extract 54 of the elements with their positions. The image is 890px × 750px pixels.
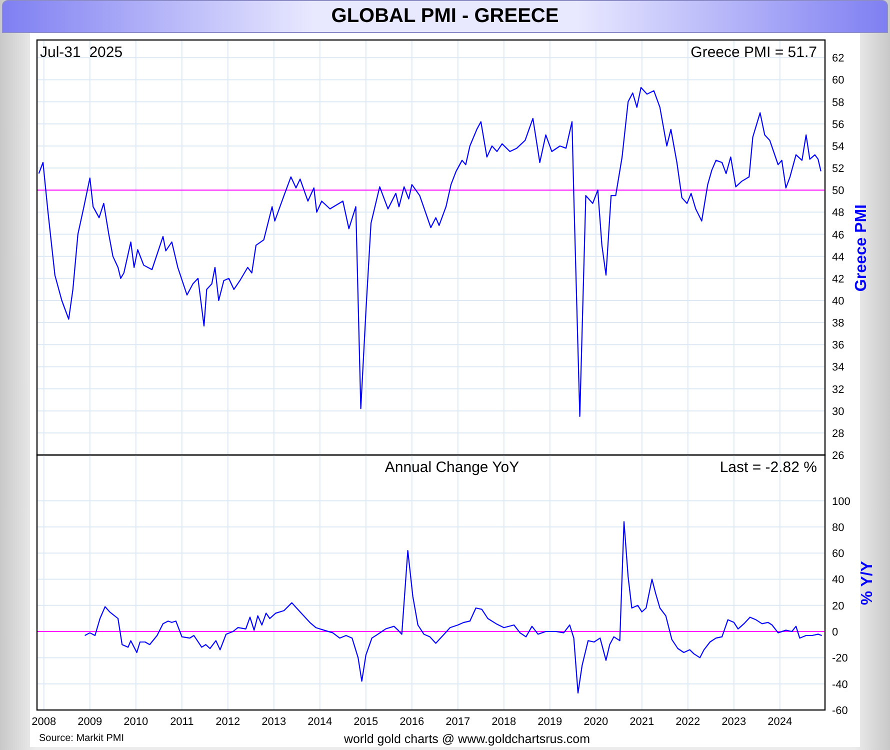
axis-tick-label: 46	[832, 229, 844, 242]
source-note: Source: Markit PMI	[39, 733, 124, 744]
axis-tick-label: -40	[832, 678, 848, 691]
credit-text: world gold charts @ www.goldchartsrus.com	[344, 732, 590, 746]
axis-tick-label: 58	[832, 96, 844, 109]
axis-tick-label: 0	[832, 626, 838, 639]
axis-tick-label: 2008	[32, 716, 56, 728]
axis-tick-label: 2021	[630, 716, 654, 728]
axis-tick-label: 30	[832, 406, 844, 418]
axis-tick-label: 56	[832, 118, 844, 131]
window-title: GLOBAL PMI - GREECE	[2, 0, 888, 33]
axis-tick-label: 50	[832, 185, 844, 198]
axis-tick-label: 62	[832, 52, 844, 65]
axis-tick-label: 38	[832, 318, 844, 330]
axis-tick-label: 80	[832, 522, 844, 534]
axis-tick-label: 54	[832, 140, 844, 153]
axis-tick-label: 32	[832, 384, 844, 396]
axis-tick-label: 2012	[216, 716, 240, 728]
chart-date: Jul-31 2025	[40, 44, 123, 61]
axis-tick-label: 44	[832, 251, 844, 264]
axis-tick-label: 36	[832, 340, 844, 352]
axis-tick-label: 60	[832, 74, 844, 87]
axis-tick-label: 2019	[538, 716, 562, 728]
axis-tick-label: -20	[832, 652, 848, 665]
axis-tick-label: 52	[832, 163, 844, 176]
chart-title: Annual Change YoY	[384, 459, 520, 476]
axis-tick-label: 2011	[170, 716, 194, 728]
axis-tick-label: 2016	[400, 716, 424, 728]
axis-tick-label: 34	[832, 362, 844, 374]
axis-tick-label: 100	[832, 496, 850, 508]
axis-tick-label: 2022	[676, 716, 700, 728]
axis-tick-label: 2013	[262, 716, 286, 728]
axis-tick-label: 20	[832, 600, 844, 612]
axis-tick-label: 2020	[584, 716, 608, 728]
axis-title: Greece PMI	[853, 204, 870, 292]
axis-tick-label: 2010	[124, 716, 148, 728]
axis-tick-label: -60	[832, 705, 848, 717]
axis-tick-label: 2018	[492, 716, 516, 728]
axis-tick-label: 60	[832, 548, 844, 560]
axis-title: % Y/Y	[859, 560, 876, 606]
axis-tick-label: 2023	[722, 716, 746, 728]
axis-tick-label: 2014	[308, 716, 332, 728]
axis-tick-label: 48	[832, 207, 844, 220]
axis-tick-label: 28	[832, 428, 844, 440]
axis-tick-label: 40	[832, 295, 844, 308]
axis-tick-label: 2015	[354, 716, 378, 728]
axis-tick-label: 42	[832, 273, 844, 286]
axis-tick-label: 2024	[768, 716, 792, 728]
axis-tick-label: 40	[832, 574, 844, 586]
axis-tick-label: 2009	[78, 716, 102, 728]
latest-value: Greece PMI = 51.7	[690, 44, 817, 61]
axis-tick-label: 2017	[446, 716, 470, 728]
latest-value: Last = -2.82 %	[720, 459, 817, 476]
axis-tick-label: 26	[832, 450, 844, 462]
